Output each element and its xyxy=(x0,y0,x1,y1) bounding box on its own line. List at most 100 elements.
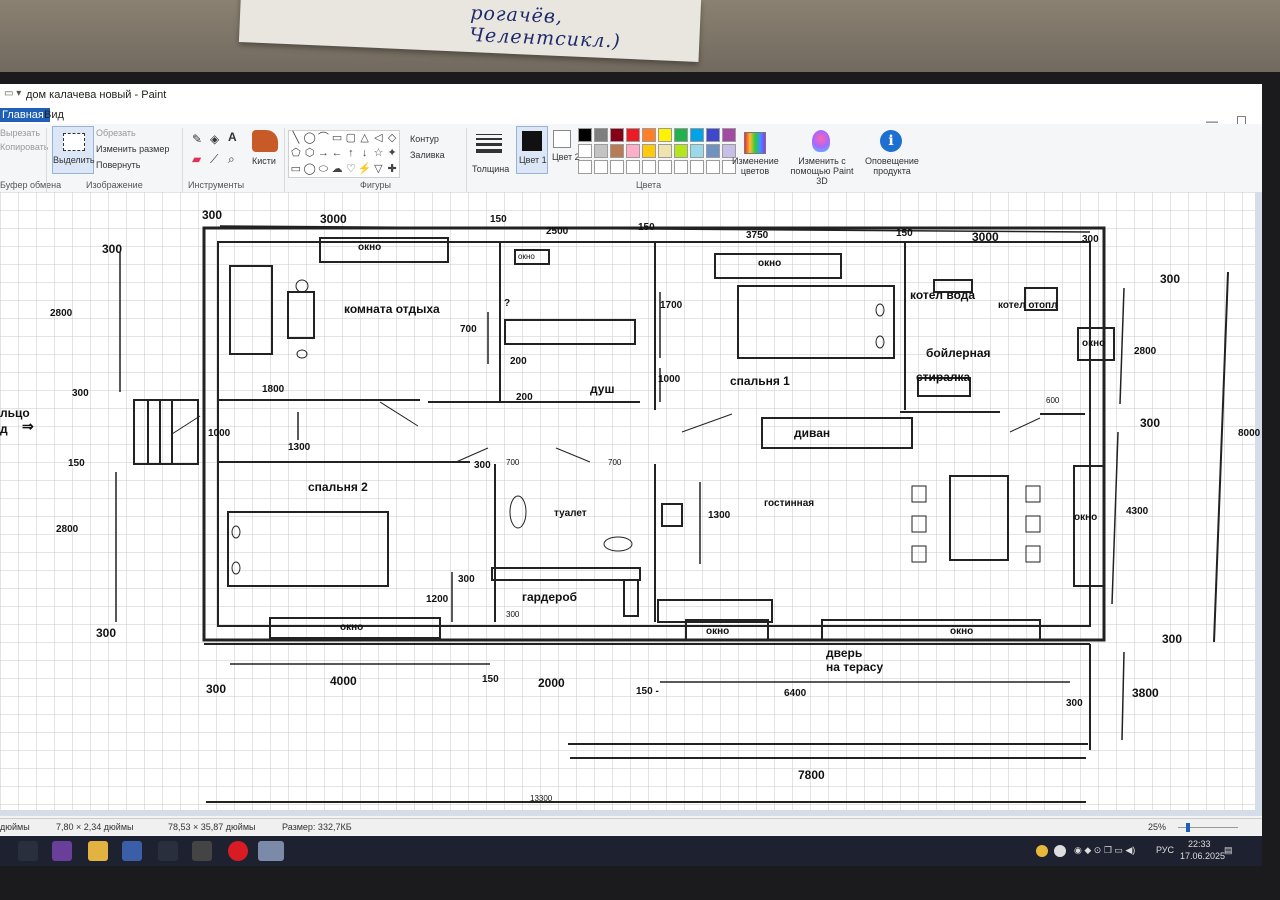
palette-swatch[interactable] xyxy=(578,128,592,142)
magnifier-icon[interactable]: ⌕ xyxy=(228,152,235,167)
shape-icon[interactable]: ▭ xyxy=(330,131,344,146)
shape-icon[interactable]: ☁ xyxy=(330,162,344,177)
quick-access-dropdown-icon[interactable]: ▭ ▾ xyxy=(4,88,21,99)
shape-icon[interactable]: ▭ xyxy=(289,162,303,177)
color1-button[interactable]: Цвет 1 xyxy=(516,126,548,174)
shape-icon[interactable]: ⚡ xyxy=(358,162,372,177)
palette-swatch[interactable] xyxy=(594,144,608,158)
palette-swatch[interactable] xyxy=(626,128,640,142)
shape-icon[interactable]: ♡ xyxy=(344,162,358,177)
shape-icon[interactable]: ◯ xyxy=(303,131,317,146)
palette-swatch[interactable] xyxy=(706,160,720,174)
shape-icon[interactable]: ◯ xyxy=(303,162,317,177)
pencil-icon[interactable]: ✎ xyxy=(192,132,202,146)
palette-swatch[interactable] xyxy=(642,128,656,142)
shape-icon[interactable]: ⬡ xyxy=(303,146,317,161)
palette-swatch[interactable] xyxy=(642,160,656,174)
clock-date[interactable]: 17.06.2025 xyxy=(1180,851,1225,861)
shape-icon[interactable]: ✚ xyxy=(385,162,399,177)
palette-swatch[interactable] xyxy=(626,160,640,174)
shapes-gallery[interactable]: ╲ ◯ ⌒ ▭ ▢ △ ◁ ◇ ⬠ ⬡ → ← ↑ ↓ ☆ ✦ ▭ ◯ ⬭ ☁ ♡ ⚡ ▽ ✚ xyxy=(288,130,400,178)
palette-swatch[interactable] xyxy=(610,128,624,142)
color-picker-icon[interactable]: ⟋ xyxy=(210,152,218,167)
palette-swatch[interactable] xyxy=(674,144,688,158)
copy-button[interactable]: Копировать xyxy=(0,142,48,152)
tab-view[interactable]: Вид xyxy=(38,108,70,122)
product-alert-label[interactable]: Оповещение продукта xyxy=(862,156,922,176)
tray-icons[interactable]: ◉ ◆ ⊙ ❐ ▭ ◀) xyxy=(1074,845,1135,856)
palette-swatch[interactable] xyxy=(610,160,624,174)
fill-bucket-icon[interactable]: ◈ xyxy=(210,132,219,146)
zoom-slider-handle[interactable] xyxy=(1186,823,1190,832)
palette-swatch[interactable] xyxy=(578,160,592,174)
thickness-icon[interactable] xyxy=(476,134,502,156)
shape-icon[interactable]: ↑ xyxy=(344,146,358,161)
chrome-icon[interactable] xyxy=(1036,845,1048,857)
shape-icon[interactable]: ⬠ xyxy=(289,146,303,161)
crop-button[interactable]: Обрезать xyxy=(96,128,136,138)
edit-colors-label[interactable]: Изменение цветов xyxy=(732,156,779,176)
clock-time[interactable]: 22:33 xyxy=(1188,839,1211,849)
edit-colors-icon[interactable] xyxy=(744,132,766,154)
palette-swatch[interactable] xyxy=(706,128,720,142)
shape-icon[interactable]: ▽ xyxy=(372,162,386,177)
drawing-canvas[interactable]: комната отдыха ? душ спальня 1 бойлерная… xyxy=(0,192,1260,810)
palette-swatch[interactable] xyxy=(706,144,720,158)
app-icon[interactable] xyxy=(52,841,72,861)
palette-swatch[interactable] xyxy=(690,144,704,158)
palette-swatch[interactable] xyxy=(594,128,608,142)
rotate-button[interactable]: Повернуть xyxy=(96,160,140,170)
palette-swatch[interactable] xyxy=(626,144,640,158)
shape-icon[interactable]: △ xyxy=(358,131,372,146)
paint3d-icon[interactable] xyxy=(812,130,830,152)
cut-button[interactable]: Вырезать xyxy=(0,128,40,138)
palette-swatch[interactable] xyxy=(658,160,672,174)
shape-icon[interactable]: ◁ xyxy=(372,131,386,146)
shape-icon[interactable]: ← xyxy=(330,146,344,161)
shape-icon[interactable]: ✦ xyxy=(385,146,399,161)
shape-icon[interactable]: ⌒ xyxy=(317,131,331,146)
yandex-icon[interactable] xyxy=(1054,845,1066,857)
select-button[interactable]: Выделить xyxy=(52,126,95,174)
palette-swatch[interactable] xyxy=(690,160,704,174)
brushes-label[interactable]: Кисти xyxy=(252,156,276,166)
game-icon[interactable] xyxy=(192,841,212,861)
palette-swatch[interactable] xyxy=(642,144,656,158)
file-explorer-icon[interactable] xyxy=(88,841,108,861)
shape-icon[interactable]: ╲ xyxy=(289,131,303,146)
brushes-icon[interactable] xyxy=(252,130,278,152)
palette-swatch[interactable] xyxy=(578,144,592,158)
dim-label: 200 xyxy=(510,356,527,367)
color-palette[interactable] xyxy=(578,128,736,174)
shape-icon[interactable]: ⬭ xyxy=(317,162,331,177)
palette-swatch[interactable] xyxy=(674,160,688,174)
resize-button[interactable]: Изменить размер xyxy=(96,144,169,154)
shape-icon[interactable]: ↓ xyxy=(358,146,372,161)
palette-swatch[interactable] xyxy=(674,128,688,142)
paint3d-label[interactable]: Изменить с помощью Paint 3D xyxy=(784,156,860,186)
outline-dropdown[interactable]: Контур xyxy=(410,134,439,144)
palette-swatch[interactable] xyxy=(610,144,624,158)
palette-swatch[interactable] xyxy=(690,128,704,142)
palette-swatch[interactable] xyxy=(658,144,672,158)
notifications-icon[interactable]: ▤ xyxy=(1224,845,1233,856)
ribbon-tabs: Главная Вид xyxy=(0,106,1262,124)
shape-icon[interactable]: ▢ xyxy=(344,131,358,146)
calculator-icon[interactable] xyxy=(122,841,142,861)
language-indicator[interactable]: РУС xyxy=(1156,845,1174,855)
shape-icon[interactable]: → xyxy=(317,146,331,161)
thickness-label[interactable]: Толщина xyxy=(472,164,509,174)
task-view-icon[interactable] xyxy=(18,841,38,861)
opera-icon[interactable] xyxy=(228,841,248,861)
eraser-icon[interactable]: ▰ xyxy=(192,152,201,166)
paint-icon[interactable] xyxy=(258,841,284,861)
shape-icon[interactable]: ☆ xyxy=(372,146,386,161)
text-tool-icon[interactable]: A xyxy=(228,130,237,144)
palette-swatch[interactable] xyxy=(722,128,736,142)
palette-swatch[interactable] xyxy=(594,160,608,174)
info-icon[interactable]: i xyxy=(880,130,902,152)
fill-dropdown[interactable]: Заливка xyxy=(410,150,445,160)
palette-swatch[interactable] xyxy=(658,128,672,142)
app-icon[interactable] xyxy=(158,841,178,861)
shape-icon[interactable]: ◇ xyxy=(385,131,399,146)
